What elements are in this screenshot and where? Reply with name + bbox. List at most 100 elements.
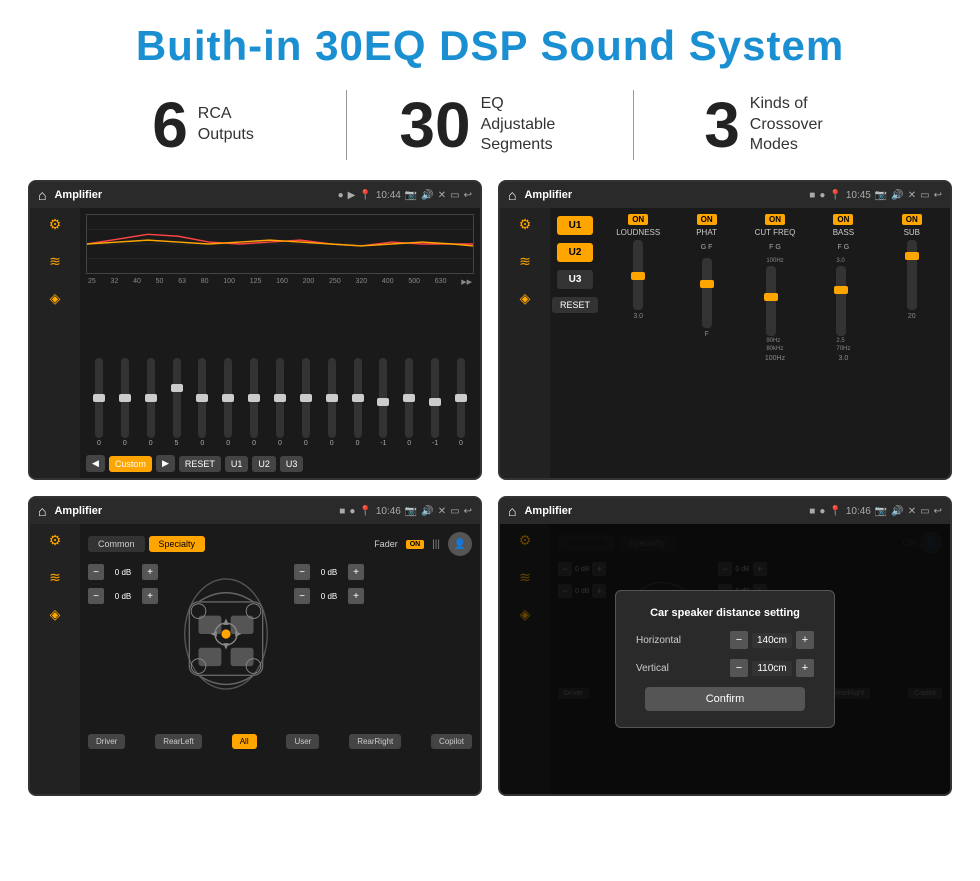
- bass-slider[interactable]: [836, 266, 846, 336]
- loudness-slider[interactable]: [633, 240, 643, 310]
- left-db-val-1: 0 dB: [108, 568, 138, 577]
- phat-slider[interactable]: [702, 258, 712, 328]
- all-btn[interactable]: All: [232, 734, 257, 749]
- sub-slider[interactable]: [907, 240, 917, 310]
- u3-btn[interactable]: U3: [280, 456, 304, 472]
- dot-icon-6: ■: [809, 506, 815, 517]
- eq-slider-5: 0: [224, 358, 232, 447]
- fader-main-area: Common Specialty Fader ON ||| 👤 − 0 dB +: [80, 524, 480, 794]
- close-icon-3: ✕: [438, 506, 446, 517]
- home-icon-2[interactable]: ⌂: [508, 187, 516, 203]
- screens-grid: ⌂ Amplifier ● ▶ 📍 10:44 📷 🔊 ✕ ▭ ↩ ⚙ ≋ ◈: [0, 176, 980, 806]
- reset-btn[interactable]: RESET: [179, 456, 221, 472]
- eq-body: ⚙ ≋ ◈: [30, 208, 480, 478]
- dialog-title: Car speaker distance setting: [636, 607, 814, 619]
- driver-btn[interactable]: Driver: [88, 734, 125, 749]
- car-layout: [166, 564, 286, 704]
- dot-icon-5: ●: [349, 506, 355, 517]
- left-minus-2[interactable]: −: [88, 588, 104, 604]
- bass-on-badge: ON: [833, 214, 853, 225]
- stat-label-eq: EQ AdjustableSegments: [481, 94, 581, 156]
- play-btn[interactable]: ▶: [156, 455, 175, 472]
- user-btn[interactable]: User: [286, 734, 319, 749]
- u1-btn[interactable]: U1: [225, 456, 249, 472]
- topbar-distance: ⌂ Amplifier ■ ● 📍 10:46 📷 🔊 ✕ ▭ ↩: [500, 498, 950, 524]
- right-minus-2[interactable]: −: [294, 588, 310, 604]
- cutfreq-on-badge: ON: [765, 214, 785, 225]
- amp-channels-grid: ON LOUDNESS 3.0 ON PHAT G F F: [600, 208, 950, 478]
- loudness-label: LOUDNESS: [616, 228, 660, 237]
- eq-settings-icon[interactable]: ⚙: [49, 216, 62, 233]
- amp-channel-cutfreq: ON CUT FREQ F G 100Hz 90Hz 80kHz 100Hz: [743, 214, 807, 472]
- home-icon-4[interactable]: ⌂: [508, 503, 516, 519]
- fader-settings-icon[interactable]: ⚙: [49, 532, 62, 549]
- eq-sliders-container: 0 0 0 5 0: [86, 290, 474, 451]
- right-db-val-1: 0 dB: [314, 568, 344, 577]
- rear-left-btn[interactable]: RearLeft: [155, 734, 202, 749]
- camera-icon-4: 📷: [875, 506, 887, 517]
- play-icon: ▶: [348, 190, 356, 201]
- home-icon[interactable]: ⌂: [38, 187, 46, 203]
- fader-speaker-icon[interactable]: ◈: [50, 606, 61, 623]
- topbar-fader: ⌂ Amplifier ■ ● 📍 10:46 📷 🔊 ✕ ▭ ↩: [30, 498, 480, 524]
- amp-reset-btn[interactable]: RESET: [552, 297, 598, 313]
- stat-label-rca: RCAOutputs: [198, 104, 254, 146]
- prev-btn[interactable]: ◀: [86, 455, 105, 472]
- screen-amp: ⌂ Amplifier ■ ● 📍 10:45 📷 🔊 ✕ ▭ ↩ ⚙ ≋ ◈ …: [498, 180, 952, 480]
- topbar-icons-eq: ● ▶ 📍 10:44 📷 🔊 ✕ ▭ ↩: [338, 190, 472, 201]
- eq-slider-13: -1: [431, 358, 439, 447]
- horizontal-plus-btn[interactable]: +: [796, 631, 814, 649]
- eq-slider-8: 0: [302, 358, 310, 447]
- home-icon-3[interactable]: ⌂: [38, 503, 46, 519]
- vertical-minus-btn[interactable]: −: [730, 659, 748, 677]
- common-tab[interactable]: Common: [88, 536, 145, 552]
- u3-preset-btn[interactable]: U3: [557, 270, 593, 289]
- specialty-tab[interactable]: Specialty: [149, 536, 206, 552]
- back-icon-3: ↩: [464, 506, 472, 517]
- eq-wave-icon[interactable]: ≋: [49, 253, 61, 270]
- eq-bottom-controls: ◀ Custom ▶ RESET U1 U2 U3: [86, 451, 474, 472]
- left-minus-1[interactable]: −: [88, 564, 104, 580]
- topbar-icons-distance: ■ ● 📍 10:46 📷 🔊 ✕ ▭ ↩: [809, 506, 942, 517]
- left-plus-2[interactable]: +: [142, 588, 158, 604]
- horizontal-label: Horizontal: [636, 635, 691, 646]
- eq-slider-7: 0: [276, 358, 284, 447]
- topbar-amp: ⌂ Amplifier ■ ● 📍 10:45 📷 🔊 ✕ ▭ ↩: [500, 182, 950, 208]
- amp-wave-icon[interactable]: ≋: [519, 253, 531, 270]
- amp-channel-sub: ON SUB 20: [880, 214, 944, 472]
- u2-preset-btn[interactable]: U2: [557, 243, 593, 262]
- stat-crossover: 3 Kinds ofCrossover Modes: [634, 93, 920, 157]
- right-minus-1[interactable]: −: [294, 564, 310, 580]
- fader-bars: |||: [432, 539, 440, 550]
- fader-wave-icon[interactable]: ≋: [49, 569, 61, 586]
- horizontal-minus-btn[interactable]: −: [730, 631, 748, 649]
- eq-slider-12: 0: [405, 358, 413, 447]
- left-plus-1[interactable]: +: [142, 564, 158, 580]
- fader-settings-icon-2[interactable]: 👤: [448, 532, 472, 556]
- location-icon: 📍: [359, 190, 371, 201]
- u2-btn[interactable]: U2: [252, 456, 276, 472]
- location-icon-3: 📍: [359, 506, 371, 517]
- stat-label-crossover: Kinds ofCrossover Modes: [750, 94, 850, 156]
- camera-icon-2: 📷: [875, 190, 887, 201]
- right-plus-2[interactable]: +: [348, 588, 364, 604]
- u1-preset-btn[interactable]: U1: [557, 216, 593, 235]
- screen-distance: ⌂ Amplifier ■ ● 📍 10:46 📷 🔊 ✕ ▭ ↩ ⚙ ≋ ◈: [498, 496, 952, 796]
- custom-btn[interactable]: Custom: [109, 456, 152, 472]
- window-icon-2: ▭: [920, 190, 929, 201]
- amp-speaker-icon[interactable]: ◈: [520, 290, 531, 307]
- left-db-controls: − 0 dB + − 0 dB +: [88, 564, 158, 728]
- amp-preset-sidebar: U1 U2 U3 RESET: [550, 208, 600, 478]
- stat-rca: 6 RCAOutputs: [60, 93, 346, 157]
- fader-content: − 0 dB + − 0 dB +: [88, 564, 472, 728]
- fader-tabs: Common Specialty Fader ON ||| 👤: [88, 532, 472, 556]
- copilot-btn[interactable]: Copilot: [431, 734, 472, 749]
- amp-settings-icon[interactable]: ⚙: [519, 216, 532, 233]
- confirm-button[interactable]: Confirm: [645, 687, 805, 711]
- dot-icon-4: ■: [339, 506, 345, 517]
- vertical-plus-btn[interactable]: +: [796, 659, 814, 677]
- eq-speaker-icon[interactable]: ◈: [50, 290, 61, 307]
- rear-right-btn[interactable]: RearRight: [349, 734, 401, 749]
- right-plus-1[interactable]: +: [348, 564, 364, 580]
- cutfreq-slider[interactable]: [766, 266, 776, 336]
